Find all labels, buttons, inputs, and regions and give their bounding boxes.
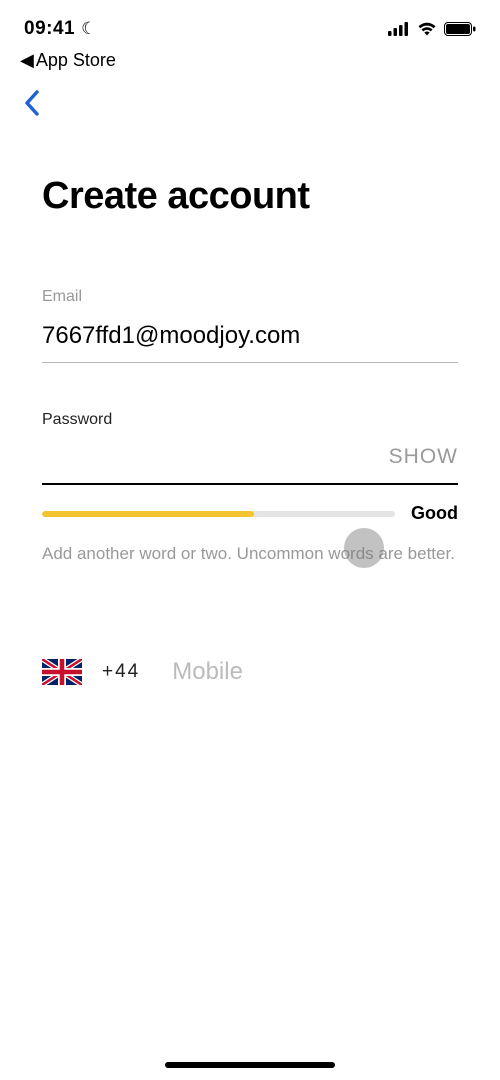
password-label: Password [42, 411, 458, 429]
password-field-group: Password SHOW Good Add another word or t… [42, 411, 458, 566]
nav-bar [0, 83, 500, 117]
uk-flag-icon [42, 659, 82, 685]
email-label: Email [42, 288, 458, 306]
status-time: 09:41 [24, 18, 75, 40]
caret-left-icon: ◀ [20, 50, 34, 71]
mobile-input[interactable]: Mobile [172, 658, 243, 686]
chevron-left-icon [24, 90, 40, 116]
show-password-button[interactable]: SHOW [389, 445, 458, 469]
back-button[interactable] [18, 89, 46, 117]
password-input-row[interactable]: SHOW [42, 445, 458, 485]
email-input[interactable]: 7667ffd1@moodjoy.com [42, 322, 458, 350]
status-bar: 09:41 ☾ [0, 0, 500, 48]
password-strength: Good Add another word or two. Uncommon w… [42, 503, 458, 566]
battery-icon [444, 22, 476, 36]
mobile-field-row[interactable]: +44 Mobile [42, 658, 458, 686]
status-right [388, 22, 476, 36]
email-input-row[interactable]: 7667ffd1@moodjoy.com [42, 322, 458, 363]
strength-track [42, 511, 395, 517]
main-content: Create account Email 7667ffd1@moodjoy.co… [0, 117, 500, 686]
country-code[interactable]: +44 [96, 661, 140, 683]
strength-bar-row: Good [42, 503, 458, 524]
page-title: Create account [42, 175, 458, 218]
home-indicator[interactable] [165, 1062, 335, 1068]
strength-hint: Add another word or two. Uncommon words … [42, 542, 458, 566]
strength-label: Good [411, 503, 458, 524]
status-left: 09:41 ☾ [24, 18, 96, 40]
wifi-icon [417, 22, 437, 36]
dnd-moon-icon: ☾ [81, 19, 96, 39]
cellular-signal-icon [388, 22, 410, 36]
strength-fill [42, 511, 254, 517]
breadcrumb-back-to-app-store[interactable]: ◀ App Store [0, 48, 500, 83]
email-field-group: Email 7667ffd1@moodjoy.com [42, 288, 458, 363]
breadcrumb-label: App Store [36, 50, 116, 71]
country-flag-uk[interactable] [42, 659, 82, 685]
